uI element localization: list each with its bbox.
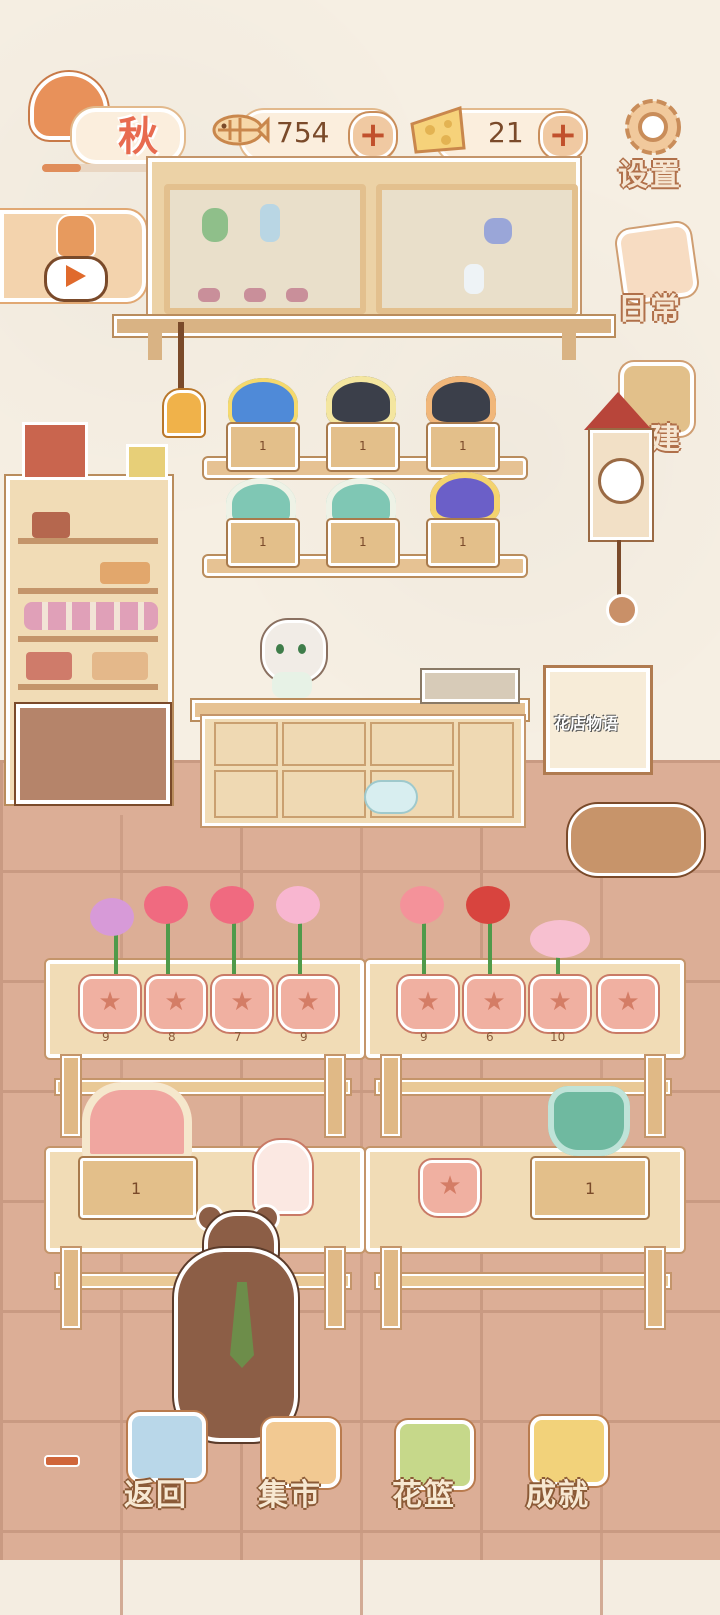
add-cheese-button[interactable]: + <box>540 113 586 159</box>
bouquet-crate[interactable]: 1 <box>532 1158 648 1218</box>
pot-count: 9 <box>420 1030 428 1044</box>
clock-icon <box>598 458 644 504</box>
hydrangea-flower[interactable] <box>90 898 134 936</box>
bouquet-crate[interactable]: 1 <box>328 520 398 566</box>
cheese-icon <box>410 105 466 154</box>
bouquet-crate[interactable]: 1 <box>80 1158 196 1218</box>
pot-count: 9 <box>102 1030 110 1044</box>
cash-register[interactable] <box>422 670 518 702</box>
dark-bouquet[interactable] <box>326 376 396 428</box>
gift-box-icon <box>126 444 168 480</box>
flower-pot[interactable]: ★ <box>80 976 140 1032</box>
nav-market-label: 集市 <box>258 1478 322 1513</box>
flower-pot[interactable]: ★ <box>464 976 524 1032</box>
supply-bookcase <box>6 476 172 806</box>
shop-sign-text: 花店物语 <box>554 714 619 733</box>
season-progress-fill <box>42 164 81 172</box>
flower-pot[interactable]: ★ <box>146 976 206 1032</box>
flower-pot[interactable]: ★ <box>278 976 338 1032</box>
purple-bouquet[interactable] <box>430 472 500 524</box>
pot-count: 7 <box>234 1030 242 1044</box>
pot-count: 10 <box>550 1030 566 1044</box>
daily-label: 日常 <box>618 292 682 327</box>
bouquet-crate[interactable]: 1 <box>428 520 498 566</box>
fish-bone-icon <box>212 114 270 146</box>
fish-value: 754 <box>276 116 330 149</box>
flower-pot[interactable]: ★ <box>530 976 590 1032</box>
baskets-stack[interactable] <box>568 804 704 876</box>
minimize-button[interactable] <box>44 1455 80 1467</box>
potted-rose-order[interactable] <box>254 1140 312 1214</box>
play-icon <box>66 265 86 287</box>
cat-mascot-icon <box>56 214 96 258</box>
blue-bouquet[interactable] <box>228 378 298 430</box>
nav-basket-label: 花篮 <box>392 1478 456 1513</box>
nav-achievements-label: 成就 <box>526 1478 590 1513</box>
cheese-value: 21 <box>488 116 524 149</box>
teal-bouquet[interactable] <box>548 1086 630 1156</box>
pot-count: 8 <box>168 1030 176 1044</box>
rose-flower[interactable] <box>210 886 254 924</box>
cuckoo-clock[interactable] <box>584 392 652 542</box>
settings-label: 设置 <box>618 158 682 193</box>
cat-shopkeeper[interactable] <box>256 612 326 698</box>
tulip-flower[interactable] <box>400 886 444 924</box>
pot-count: 9 <box>300 1030 308 1044</box>
celosia-flower[interactable] <box>466 886 510 924</box>
nav-back[interactable]: 返回 <box>120 1412 210 1522</box>
mixed-bouquet[interactable] <box>82 1082 192 1162</box>
bouquet-crate[interactable]: 1 <box>228 520 298 566</box>
add-fish-button[interactable]: + <box>350 113 396 159</box>
daily-button[interactable]: 日常 <box>614 221 699 327</box>
bouquet-crate[interactable]: 1 <box>328 424 398 470</box>
dark-bouquet[interactable] <box>426 376 496 428</box>
gift-box-icon <box>22 422 88 480</box>
season-label: 秋 <box>118 114 158 160</box>
rose-flower[interactable] <box>144 886 188 924</box>
flower-pot[interactable]: ★ <box>598 976 658 1032</box>
nav-back-label: 返回 <box>124 1478 188 1513</box>
shop-counter <box>192 700 530 826</box>
nav-basket[interactable]: 花篮 <box>388 1412 478 1522</box>
door-bell-icon[interactable] <box>164 390 204 436</box>
pot-count: 6 <box>486 1030 494 1044</box>
flower-pot[interactable]: ★ <box>420 1160 480 1216</box>
flower-pot[interactable]: ★ <box>398 976 458 1032</box>
settings-button[interactable]: 设置 <box>614 92 692 193</box>
nav-market[interactable]: 集市 <box>254 1412 344 1522</box>
glass-cabinet <box>114 158 614 360</box>
flower-pot[interactable]: ★ <box>212 976 272 1032</box>
nav-achievements[interactable]: 成就 <box>522 1412 612 1522</box>
lotus-flower[interactable] <box>530 920 590 958</box>
bouquet-crate[interactable]: 1 <box>428 424 498 470</box>
lily-flower[interactable] <box>276 886 320 924</box>
bouquet-crate[interactable]: 1 <box>228 424 298 470</box>
